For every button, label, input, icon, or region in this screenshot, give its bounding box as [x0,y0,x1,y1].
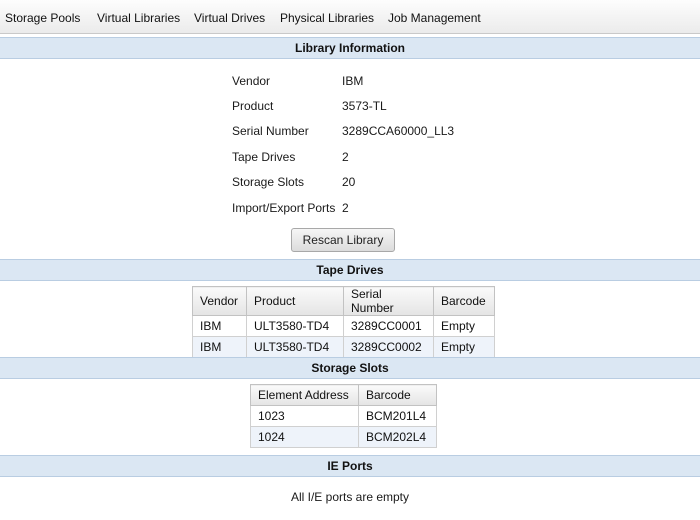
column-header[interactable]: Barcode [358,384,437,406]
table-cell: 3289CC0002 [343,336,434,358]
menu-virtual-libraries[interactable]: Virtual Libraries [97,11,180,25]
info-label: Import/Export Ports [232,201,336,215]
table-row[interactable]: 1023 BCM201L4 [250,405,437,427]
table-cell: Empty [433,336,495,358]
tape-drives-table: Vendor Product Serial Number Barcode IBM… [192,286,495,358]
info-label: Serial Number [232,124,309,138]
table-cell: ULT3580-TD4 [246,336,344,358]
table-cell: BCM201L4 [358,405,437,427]
info-label: Tape Drives [232,150,296,164]
info-label: Product [232,99,274,113]
rescan-library-button[interactable]: Rescan Library [291,228,395,252]
table-cell: ULT3580-TD4 [246,315,344,337]
ie-ports-header: IE Ports [0,455,700,477]
storage-slots-header: Storage Slots [0,357,700,379]
info-value: IBM [342,74,364,88]
column-header[interactable]: Serial Number [343,286,434,316]
column-header[interactable]: Vendor [192,286,247,316]
column-header[interactable]: Product [246,286,344,316]
info-label: Storage Slots [232,175,305,189]
table-cell: BCM202L4 [358,426,437,448]
menu-virtual-drives[interactable]: Virtual Drives [194,11,265,25]
table-row[interactable]: IBM ULT3580-TD4 3289CC0002 Empty [192,336,495,358]
tape-drives-header: Tape Drives [0,259,700,281]
menu-job-management[interactable]: Job Management [388,11,481,25]
library-information-header: Library Information [0,37,700,59]
table-cell: 1024 [250,426,359,448]
info-label: Vendor [232,74,271,88]
info-value: 2 [342,150,349,164]
column-header[interactable]: Element Address [250,384,359,406]
info-value: 3289CCA60000_LL3 [342,124,455,138]
table-cell: 3289CC0001 [343,315,434,337]
table-cell: Empty [433,315,495,337]
menu-storage-pools[interactable]: Storage Pools [5,11,80,25]
ie-ports-message: All I/E ports are empty [290,490,410,504]
menu-physical-libraries[interactable]: Physical Libraries [280,11,374,25]
table-cell: 1023 [250,405,359,427]
info-value: 20 [342,175,356,189]
top-menu-bar: Storage Pools Virtual Libraries Virtual … [0,0,700,34]
storage-slots-table: Element Address Barcode 1023 BCM201L4 10… [250,384,437,448]
table-row[interactable]: IBM ULT3580-TD4 3289CC0001 Empty [192,315,495,337]
table-cell: IBM [192,336,247,358]
table-cell: IBM [192,315,247,337]
column-header[interactable]: Barcode [433,286,495,316]
info-value: 2 [342,201,349,215]
info-value: 3573-TL [342,99,387,113]
table-row[interactable]: 1024 BCM202L4 [250,426,437,448]
